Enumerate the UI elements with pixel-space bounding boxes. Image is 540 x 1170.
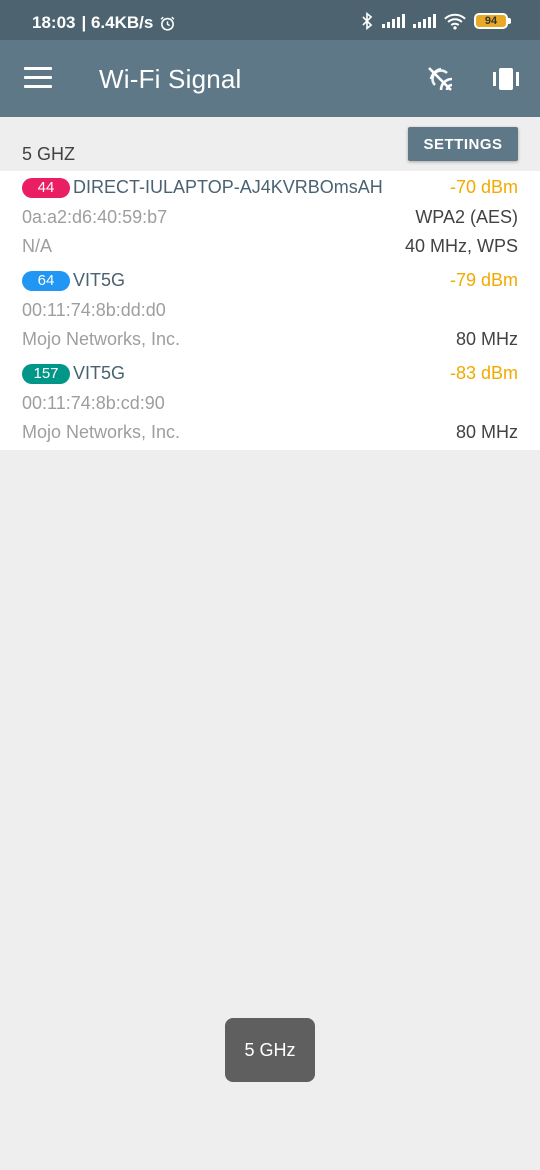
channel-width: 80 MHz	[455, 329, 518, 349]
wifi-icon	[444, 13, 466, 30]
vendor: Mojo Networks, Inc.	[22, 422, 181, 442]
status-right: 94	[360, 12, 511, 30]
status-bar: 18:03 | 6.4KB/s 94	[0, 0, 540, 40]
signal-icon	[382, 14, 405, 28]
signal-strength: -70 dBm	[449, 177, 518, 197]
channel-badge: 44	[22, 178, 70, 198]
ssid: VIT5G	[73, 270, 126, 290]
channel-width: 80 MHz	[455, 422, 518, 442]
alarm-icon	[160, 16, 175, 31]
mac-address: 00:11:74:8b:dd:d0	[22, 300, 166, 320]
ssid: DIRECT-IULAPTOP-AJ4KVRBOmsAH	[73, 177, 383, 197]
app-bar: Wi-Fi Signal	[0, 40, 540, 117]
vibrate-icon[interactable]	[491, 64, 521, 94]
network-item[interactable]: 157 VIT5G -83 dBm 00:11:74:8b:cd:90 Mojo …	[0, 357, 540, 450]
bluetooth-icon	[362, 12, 373, 30]
channel-badge: 64	[22, 271, 70, 291]
network-item[interactable]: 64 VIT5G -79 dBm 00:11:74:8b:dd:d0 Mojo N…	[0, 264, 540, 357]
vendor: N/A	[22, 236, 53, 256]
ssid: VIT5G	[73, 363, 126, 383]
security: WPA2 (AES)	[415, 207, 518, 227]
signal-strength: -79 dBm	[449, 270, 518, 290]
app-title: Wi-Fi Signal	[99, 64, 242, 94]
status-left: 18:03 | 6.4KB/s	[32, 13, 176, 33]
vendor: Mojo Networks, Inc.	[22, 329, 181, 349]
mac-address: 0a:a2:d6:40:59:b7	[22, 207, 168, 227]
channel-width: 40 MHz, WPS	[404, 236, 518, 256]
settings-button[interactable]: SETTINGS	[408, 127, 518, 161]
signal-strength: -83 dBm	[449, 363, 518, 383]
signal-icon	[413, 14, 436, 28]
network-list: 44 DIRECT-IULAPTOP-AJ4KVRBOmsAH -70 dBm 0…	[0, 171, 540, 450]
channel-badge: 157	[22, 364, 70, 384]
network-item[interactable]: 44 DIRECT-IULAPTOP-AJ4KVRBOmsAH -70 dBm 0…	[0, 171, 540, 264]
band-header: 5 GHZ SETTINGS	[0, 117, 540, 170]
band-label: 5 GHZ	[22, 144, 76, 164]
clock: 18:03	[32, 13, 76, 32]
toast-message: 5 GHz	[225, 1018, 315, 1082]
signal-strength-icon[interactable]	[426, 64, 456, 94]
battery-icon: 94	[474, 13, 511, 29]
network-speed: | 6.4KB/s	[81, 13, 154, 32]
menu-icon[interactable]	[24, 67, 52, 89]
mac-address: 00:11:74:8b:cd:90	[22, 393, 165, 413]
